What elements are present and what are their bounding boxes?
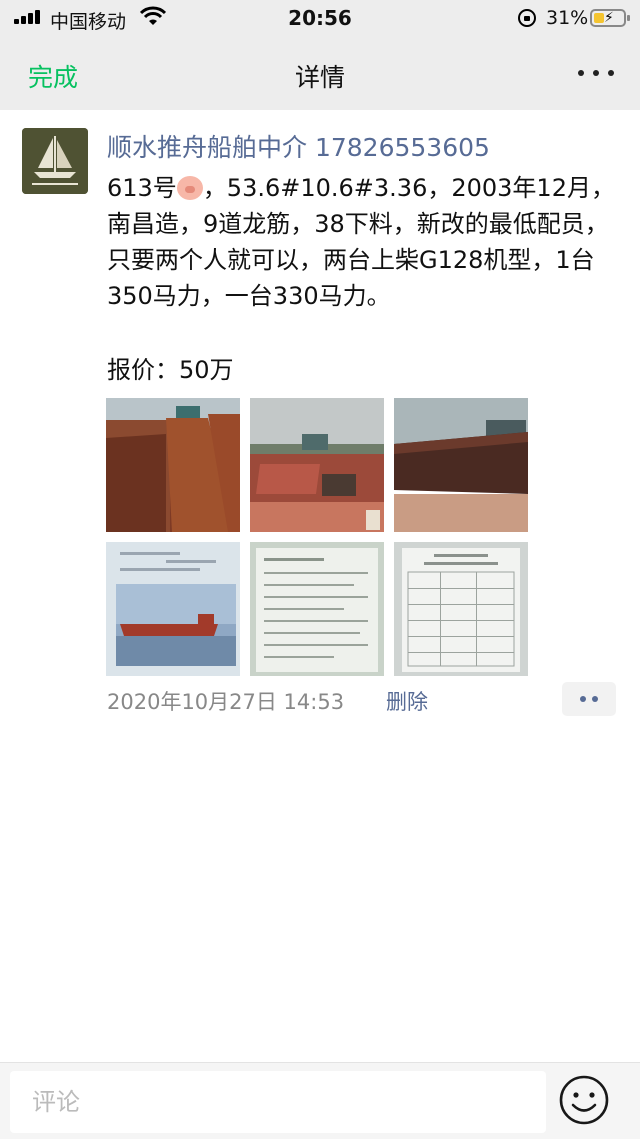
status-bar: 中国移动 20:56 31% ⚡: [0, 0, 640, 36]
more-icon[interactable]: [578, 70, 614, 78]
status-time: 20:56: [288, 6, 352, 30]
comment-bar: [0, 1062, 640, 1139]
photo-grid: [106, 398, 528, 676]
dot-icon: [592, 696, 598, 702]
post-timestamp: 2020年10月27日 14:53: [107, 690, 345, 714]
pig-face-emoji: [176, 176, 203, 200]
barge-hold-photo[interactable]: [106, 398, 240, 532]
author-name[interactable]: 顺水推舟船舶中介 17826553605: [107, 128, 490, 164]
comment-like-menu-button[interactable]: [562, 682, 616, 716]
barge-deck-photo[interactable]: [250, 398, 384, 532]
orientation-lock-icon: [518, 9, 536, 27]
document-photo-2[interactable]: [394, 542, 528, 676]
sailboat-logo-icon: [22, 128, 88, 194]
navigation-bar: 完成 详情: [0, 36, 640, 110]
page-title: 详情: [294, 63, 345, 92]
dot-icon: [580, 696, 586, 702]
emoji-icon[interactable]: [558, 1074, 610, 1126]
battery-percent: 31%: [546, 7, 589, 29]
avatar[interactable]: [22, 128, 88, 194]
post-content-start: 613号: [107, 174, 177, 202]
comment-input[interactable]: [10, 1071, 546, 1133]
post-content: 613号 ，53.6#10.6#3.36，2003年12月，南昌造，9道龙筋，38…: [107, 170, 617, 314]
battery-charging-icon: ⚡: [590, 9, 630, 27]
barge-hull-photo[interactable]: [394, 398, 528, 532]
delete-link[interactable]: 删除: [386, 686, 428, 716]
comment-input-wrapper: [10, 1071, 546, 1133]
price-line: 报价：50万: [107, 356, 234, 384]
certificate-ship-photo[interactable]: [106, 542, 240, 676]
document-photo-1[interactable]: [250, 542, 384, 676]
